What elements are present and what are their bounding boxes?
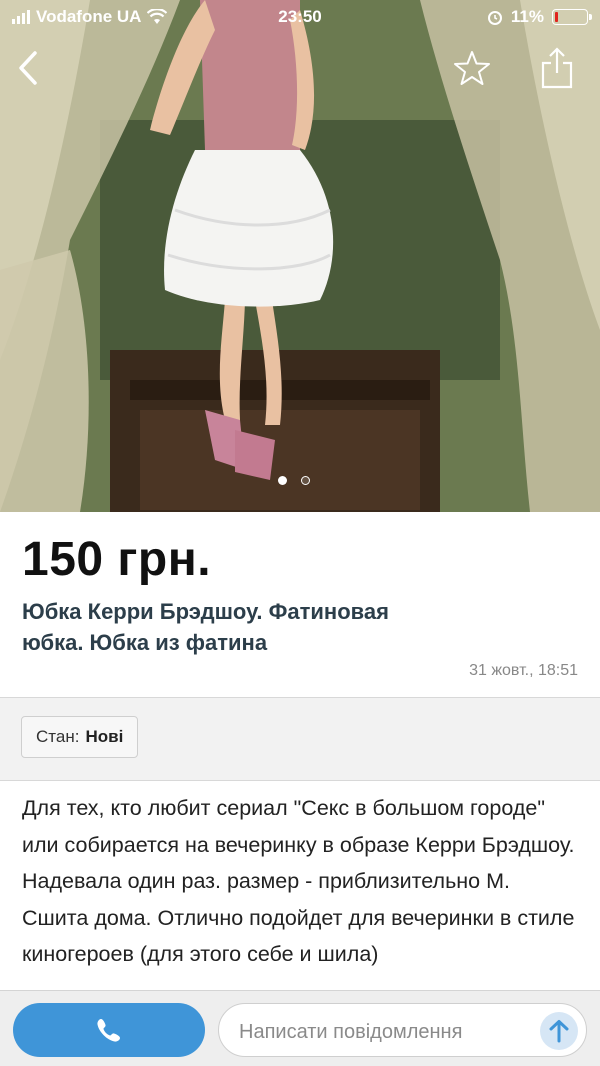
phone-icon — [97, 1019, 120, 1042]
favorite-button[interactable] — [450, 44, 494, 92]
photo-image — [0, 0, 600, 512]
battery-icon — [552, 9, 592, 25]
send-button[interactable] — [540, 1012, 578, 1050]
chevron-left-icon — [19, 51, 37, 85]
alarm-icon — [487, 11, 502, 25]
bottom-bar — [0, 990, 600, 1066]
condition-label: Стан: — [36, 727, 80, 746]
gallery-dot-active[interactable] — [278, 476, 287, 485]
status-bar: Vodafone UA 23:50 11% — [0, 0, 600, 34]
battery-percent: 11% — [510, 7, 544, 26]
star-outline-icon — [454, 51, 490, 85]
gallery-pagination — [278, 476, 310, 485]
share-button[interactable] — [535, 44, 579, 92]
listing-price: 150 грн. — [22, 533, 212, 586]
message-field[interactable] — [218, 1003, 587, 1057]
listing-date: 31 жовт., 18:51 — [469, 662, 578, 679]
call-button[interactable] — [13, 1003, 205, 1057]
status-right: 11% — [487, 7, 592, 27]
share-icon — [541, 47, 573, 89]
arrow-up-icon — [549, 1020, 569, 1043]
condition-value: Нові — [85, 727, 124, 746]
listing-photo[interactable]: Vodafone UA 23:50 11% — [0, 0, 600, 512]
listing-description: Для тех, кто любит сериал "Секс в большо… — [22, 796, 575, 966]
message-input[interactable] — [237, 1016, 531, 1048]
gallery-dot[interactable] — [301, 476, 310, 485]
divider — [0, 780, 600, 781]
listing-title: Юбка Керри Брэдшоу. Фатиновая юбка. Юбка… — [22, 599, 389, 655]
back-button[interactable] — [6, 44, 50, 92]
condition-chip: Стан: Нові — [21, 716, 139, 758]
